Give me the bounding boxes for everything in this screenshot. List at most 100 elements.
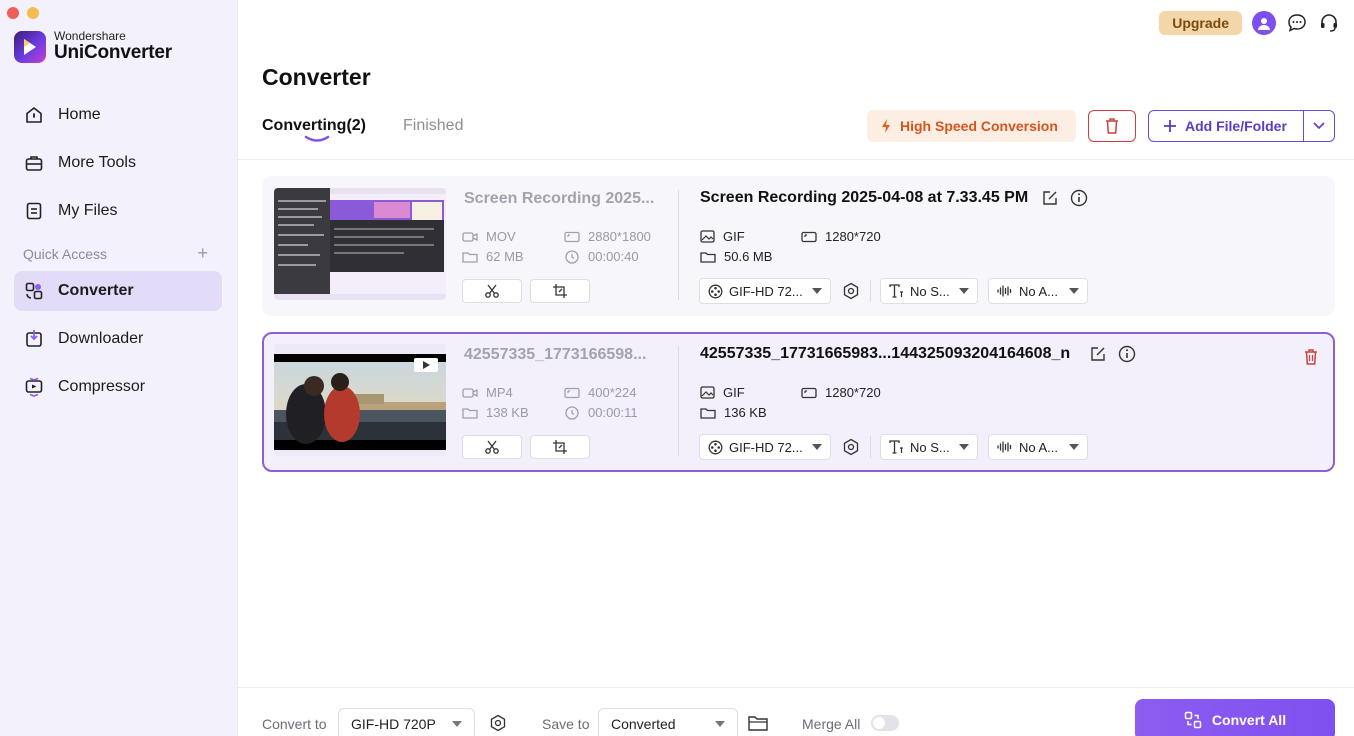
card-divider: [678, 346, 679, 456]
folder-icon: [462, 251, 478, 263]
tab-finished[interactable]: Finished: [403, 117, 463, 135]
settings-button[interactable]: [840, 436, 862, 458]
caret-down-icon: [812, 444, 822, 450]
file-card-selected[interactable]: 42557335_1773166598... MP4 400*224 138 K…: [262, 332, 1335, 472]
convert-to-dropdown[interactable]: GIF-HD 720P: [338, 708, 475, 736]
sidebar-item-more-tools[interactable]: More Tools: [14, 143, 222, 183]
lightning-icon: [882, 119, 890, 133]
output-resolution-label: 1280*720: [825, 385, 881, 400]
text-subtitle-icon: [889, 440, 903, 454]
remove-file-button[interactable]: [1303, 348, 1319, 371]
tab-converting[interactable]: Converting(2): [262, 117, 366, 142]
bottom-divider: [238, 687, 1354, 688]
convert-all-button[interactable]: Convert All: [1135, 699, 1335, 736]
add-file-label: Add File/Folder: [1185, 118, 1287, 134]
folder-icon: [462, 407, 478, 419]
message-icon[interactable]: [1286, 12, 1308, 34]
sidebar-item-converter[interactable]: Converter: [14, 271, 222, 311]
scissors-icon: [485, 440, 499, 454]
source-format-label: MOV: [486, 229, 516, 244]
crop-button[interactable]: [530, 279, 590, 303]
caret-down-icon: [959, 288, 969, 294]
support-headset-icon[interactable]: [1318, 12, 1340, 34]
edit-name-icon[interactable]: [1090, 346, 1106, 362]
add-file-main[interactable]: Add File/Folder: [1149, 111, 1303, 141]
add-quick-access-icon[interactable]: +: [197, 244, 208, 262]
subtitle-value: No S...: [910, 283, 950, 299]
sidebar-item-compressor[interactable]: Compressor: [14, 367, 222, 407]
toolbox-icon: [25, 156, 43, 171]
output-format-label: GIF: [723, 229, 745, 244]
crop-button[interactable]: [530, 435, 590, 459]
subtitle-dropdown[interactable]: No S...: [880, 278, 978, 304]
convert-to-label: Convert to: [262, 716, 327, 732]
video-thumbnail[interactable]: [274, 188, 446, 300]
quick-access-header: Quick Access +: [23, 244, 208, 262]
trim-button[interactable]: [462, 279, 522, 303]
clock-icon: [565, 249, 579, 264]
high-speed-conversion-button[interactable]: High Speed Conversion: [867, 110, 1076, 142]
convert-icon: [1184, 711, 1202, 729]
source-resolution-label: 2880*1800: [588, 229, 651, 244]
save-to-label: Save to: [542, 716, 590, 732]
audio-value: No A...: [1019, 439, 1059, 455]
subtitle-dropdown[interactable]: No S...: [880, 434, 978, 460]
merge-all-toggle[interactable]: [871, 715, 899, 731]
output-size-label: 136 KB: [724, 405, 767, 420]
upgrade-button[interactable]: Upgrade: [1159, 11, 1242, 35]
audio-dropdown[interactable]: No A...: [988, 434, 1088, 460]
file-card[interactable]: Screen Recording 2025... MOV 2880*1800 6…: [262, 176, 1335, 316]
preset-dropdown[interactable]: GIF-HD 72...: [699, 434, 831, 460]
save-to-dropdown[interactable]: Converted: [598, 708, 738, 736]
top-actions: Upgrade: [1159, 11, 1340, 35]
user-avatar-icon[interactable]: [1252, 11, 1276, 35]
add-file-folder-button[interactable]: Add File/Folder: [1148, 110, 1335, 142]
resolution-icon: [801, 387, 817, 398]
settings-button[interactable]: [840, 280, 862, 302]
preset-dropdown[interactable]: GIF-HD 72...: [699, 278, 831, 304]
window-controls: [7, 7, 39, 19]
brand-line2: UniConverter: [54, 42, 172, 63]
source-file-name: 42557335_1773166598...: [464, 346, 647, 363]
convert-all-label: Convert All: [1211, 712, 1287, 728]
caret-down-icon: [1069, 444, 1079, 450]
info-icon[interactable]: [1118, 345, 1136, 363]
sidebar-item-home[interactable]: Home: [14, 95, 222, 135]
trash-icon: [1305, 349, 1317, 365]
source-resolution: 2880*1800: [564, 229, 651, 244]
merge-all-label: Merge All: [802, 716, 861, 732]
sidebar-item-my-files[interactable]: My Files: [14, 191, 222, 231]
output-file-name: 42557335_17731665983...14432509320416460…: [700, 345, 1071, 362]
output-resolution: 1280*720: [801, 229, 881, 244]
close-window-button[interactable]: [7, 7, 19, 19]
trash-icon: [1106, 118, 1118, 134]
sidebar-item-label: Downloader: [58, 330, 144, 347]
source-duration: 00:00:40: [564, 249, 639, 264]
scissors-icon: [485, 284, 499, 298]
separator: [870, 280, 871, 302]
add-file-dropdown[interactable]: [1303, 111, 1334, 141]
minimize-window-button[interactable]: [27, 7, 39, 19]
resolution-icon: [801, 231, 817, 242]
folder-icon: [700, 407, 716, 419]
open-folder-icon[interactable]: [748, 715, 768, 731]
source-format-label: MP4: [486, 385, 513, 400]
output-resolution: 1280*720: [801, 385, 881, 400]
active-tab-indicator: [304, 135, 330, 142]
home-icon: [26, 107, 42, 123]
preset-value: GIF-HD 72...: [729, 283, 803, 299]
gear-icon: [843, 282, 859, 300]
save-to-value: Converted: [611, 716, 676, 732]
info-icon[interactable]: [1070, 189, 1088, 207]
quick-access-label: Quick Access: [23, 246, 108, 262]
edit-name-icon[interactable]: [1042, 190, 1058, 206]
audio-dropdown[interactable]: No A...: [988, 278, 1088, 304]
delete-all-button[interactable]: [1088, 110, 1136, 142]
output-settings-gear-icon[interactable]: [489, 714, 507, 732]
output-format: GIF: [700, 385, 745, 400]
film-reel-icon: [708, 284, 723, 298]
subtitle-value: No S...: [910, 439, 950, 455]
sidebar-item-downloader[interactable]: Downloader: [14, 319, 222, 359]
video-thumbnail[interactable]: [274, 344, 446, 456]
trim-button[interactable]: [462, 435, 522, 459]
